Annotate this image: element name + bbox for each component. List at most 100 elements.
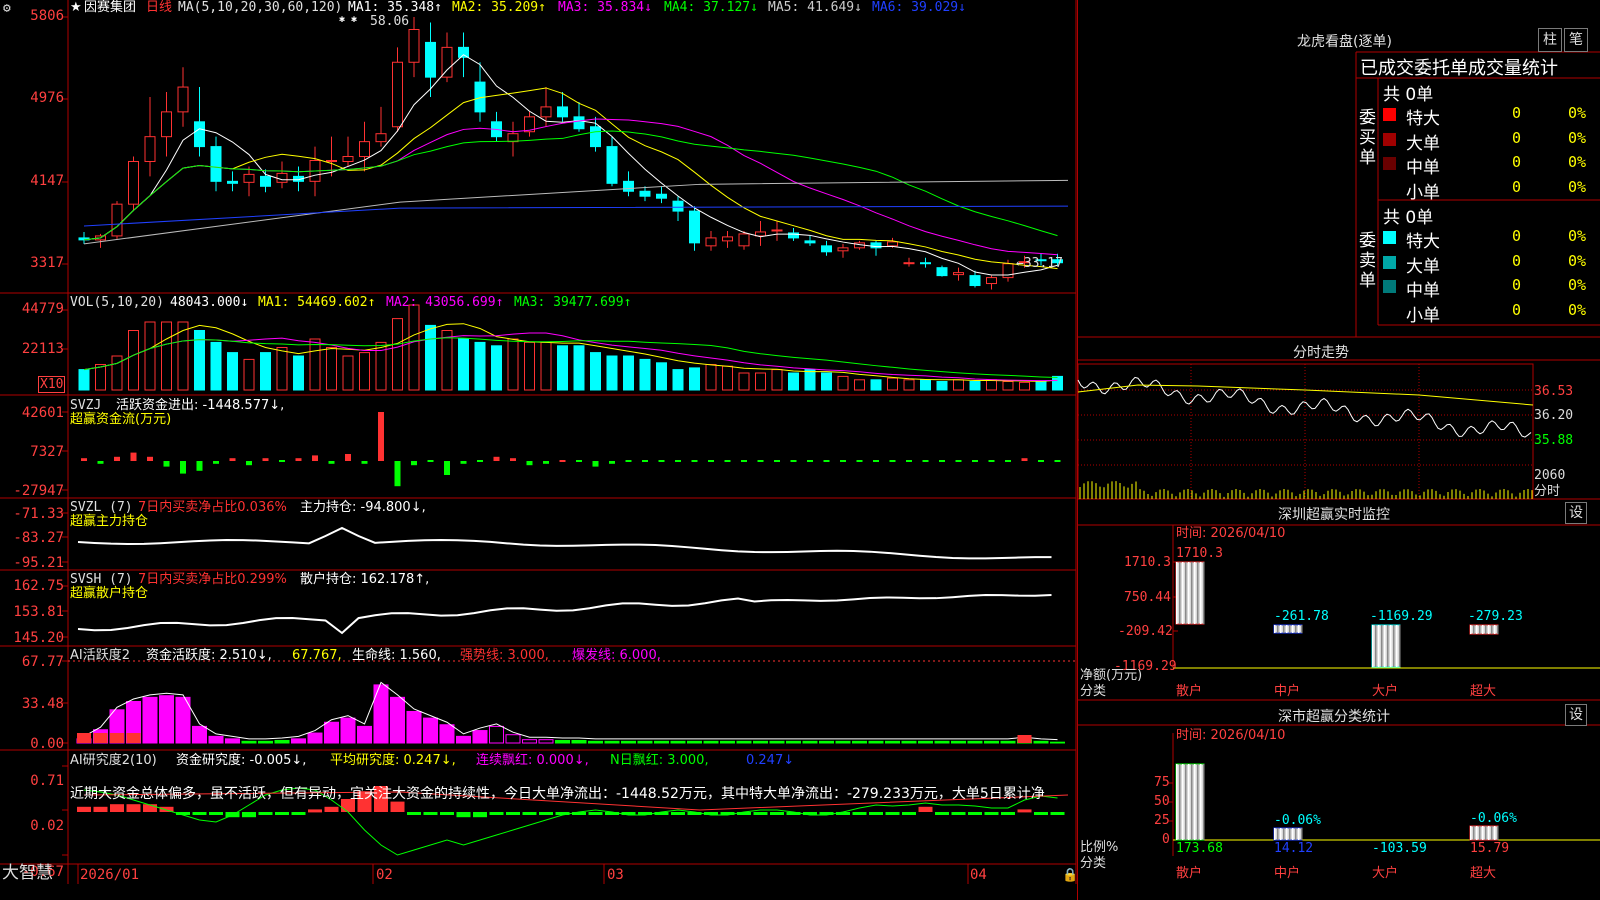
svzl-title: SVZL (7)	[70, 500, 133, 515]
activity-bar	[885, 740, 900, 744]
flow-bar	[229, 458, 236, 461]
high-marker-icon: ✱ ✱	[339, 14, 358, 25]
bar-shade	[1488, 826, 1490, 840]
candle-body	[920, 262, 931, 265]
flow-dash	[955, 460, 962, 462]
ai-act-a: 资金活跃度: 2.510↓,	[146, 648, 272, 663]
fenshi-title: 分时走势	[1293, 345, 1349, 361]
volume-bar	[507, 338, 519, 391]
activity-bar	[901, 740, 917, 744]
activity-bar	[670, 740, 686, 744]
volume-bar	[491, 345, 502, 391]
flow-bar	[378, 412, 384, 461]
volume-bar	[1019, 381, 1030, 391]
research-bar	[275, 812, 289, 815]
volume-bar	[359, 352, 370, 391]
flow-bar	[510, 458, 516, 461]
flow-bar	[147, 456, 153, 461]
ma5-value: MA5: 41.649↓	[768, 0, 862, 15]
sz-class-settings-button[interactable]: 设	[1565, 704, 1587, 726]
research-bar	[588, 812, 603, 815]
flow-dash	[1038, 460, 1044, 462]
ai-res-d: N日飘红: 3.000,	[610, 753, 709, 768]
sz-y-1: 750.44	[1124, 590, 1171, 605]
volume-bar	[144, 321, 156, 391]
bar-shade	[1494, 625, 1496, 634]
activity-bar	[918, 740, 933, 744]
right-panel: 龙虎看盘(逐单) 柱 笔 已成交委托单成交量统计 共 0单 委买单 特大 0 0% 大…	[1077, 0, 1600, 900]
candle-body	[128, 160, 139, 205]
ma2-value: MA2: 35.209↑	[452, 0, 546, 15]
bar-shade	[1485, 625, 1487, 634]
volume-bar	[771, 369, 783, 391]
bar-shade	[1182, 764, 1184, 840]
volume-bar	[639, 358, 651, 391]
x-label-2: 03	[607, 867, 624, 883]
szc-ylabel: 比例%	[1080, 840, 1119, 855]
candle-body	[887, 241, 898, 247]
research-bar	[258, 812, 273, 815]
bar-shade	[1274, 828, 1276, 840]
bar-shade	[1203, 562, 1205, 624]
candlestick-chart[interactable]	[0, 0, 1077, 884]
research-bar	[671, 812, 685, 815]
sz-bar-label-1: -261.78	[1274, 609, 1329, 624]
vol-ma2: MA2: 43056.699↑	[386, 295, 504, 310]
volume-bar	[689, 367, 700, 391]
y-label-main-2: 4147	[30, 173, 64, 189]
activity-bar	[555, 740, 570, 744]
legend-swatch	[1383, 255, 1396, 269]
volume-bar	[95, 364, 106, 391]
research-bar	[1034, 812, 1048, 815]
activity-base-bar	[110, 733, 124, 743]
candle-body	[771, 229, 783, 232]
ai-act-c: 生命线: 1.560,	[352, 648, 441, 663]
flow-bar	[312, 455, 318, 461]
research-bar	[918, 806, 933, 812]
bar-shade	[1479, 826, 1481, 840]
bar-shade	[1292, 625, 1294, 633]
favorite-star-icon[interactable]: ★	[70, 0, 82, 15]
tick-view-button[interactable]: 笔	[1564, 28, 1588, 52]
bar-shade	[1200, 764, 1202, 840]
candle-body	[903, 262, 915, 265]
sz-monitor-settings-button[interactable]: 设	[1565, 502, 1587, 524]
y-label-svsh-0: 162.75	[13, 578, 64, 594]
period-label[interactable]: 日线	[146, 0, 172, 15]
research-bar	[951, 812, 966, 815]
flow-dash	[790, 460, 797, 462]
flow-dash	[889, 460, 896, 462]
legend-swatch	[1383, 304, 1396, 318]
candle-body	[557, 106, 568, 118]
svzl-subtitle: 超赢主力持仓	[70, 514, 149, 529]
svsh-value: 散户持仓: 162.178↑,	[300, 572, 430, 587]
szc-cat-3: 超大	[1470, 866, 1497, 881]
sz-cat-2: 大户	[1372, 684, 1399, 699]
activity-bar	[472, 730, 488, 744]
szc-xlabel: 分类	[1080, 856, 1107, 871]
activity-bar	[951, 740, 966, 744]
x-label-0: 2026/01	[80, 867, 140, 883]
bar-shade	[1182, 562, 1184, 624]
activity-bar	[439, 724, 455, 744]
research-bar	[110, 804, 124, 812]
volume-bar	[260, 352, 271, 391]
candle-body	[722, 236, 733, 242]
fenshi-price-line	[1077, 376, 1532, 438]
bar-shade	[1274, 625, 1276, 633]
sz-monitor-title: 深圳超赢实时监控	[1278, 507, 1390, 523]
flow-dash	[658, 460, 665, 462]
order-count: 0	[1512, 276, 1522, 294]
activity-bar	[654, 740, 669, 744]
bar-shade	[1372, 625, 1374, 667]
ma6-value: MA6: 39.029↓	[872, 0, 966, 15]
research-bar	[308, 809, 322, 813]
y-label-svzj-0: 42601	[21, 405, 64, 421]
activity-bar	[489, 725, 504, 744]
bar-shade	[1197, 764, 1199, 840]
order-percent: 0%	[1568, 300, 1587, 319]
column-view-button[interactable]: 柱	[1538, 28, 1562, 52]
candle-body	[738, 233, 750, 247]
research-bar	[1001, 812, 1015, 815]
bar-shade	[1494, 826, 1496, 840]
